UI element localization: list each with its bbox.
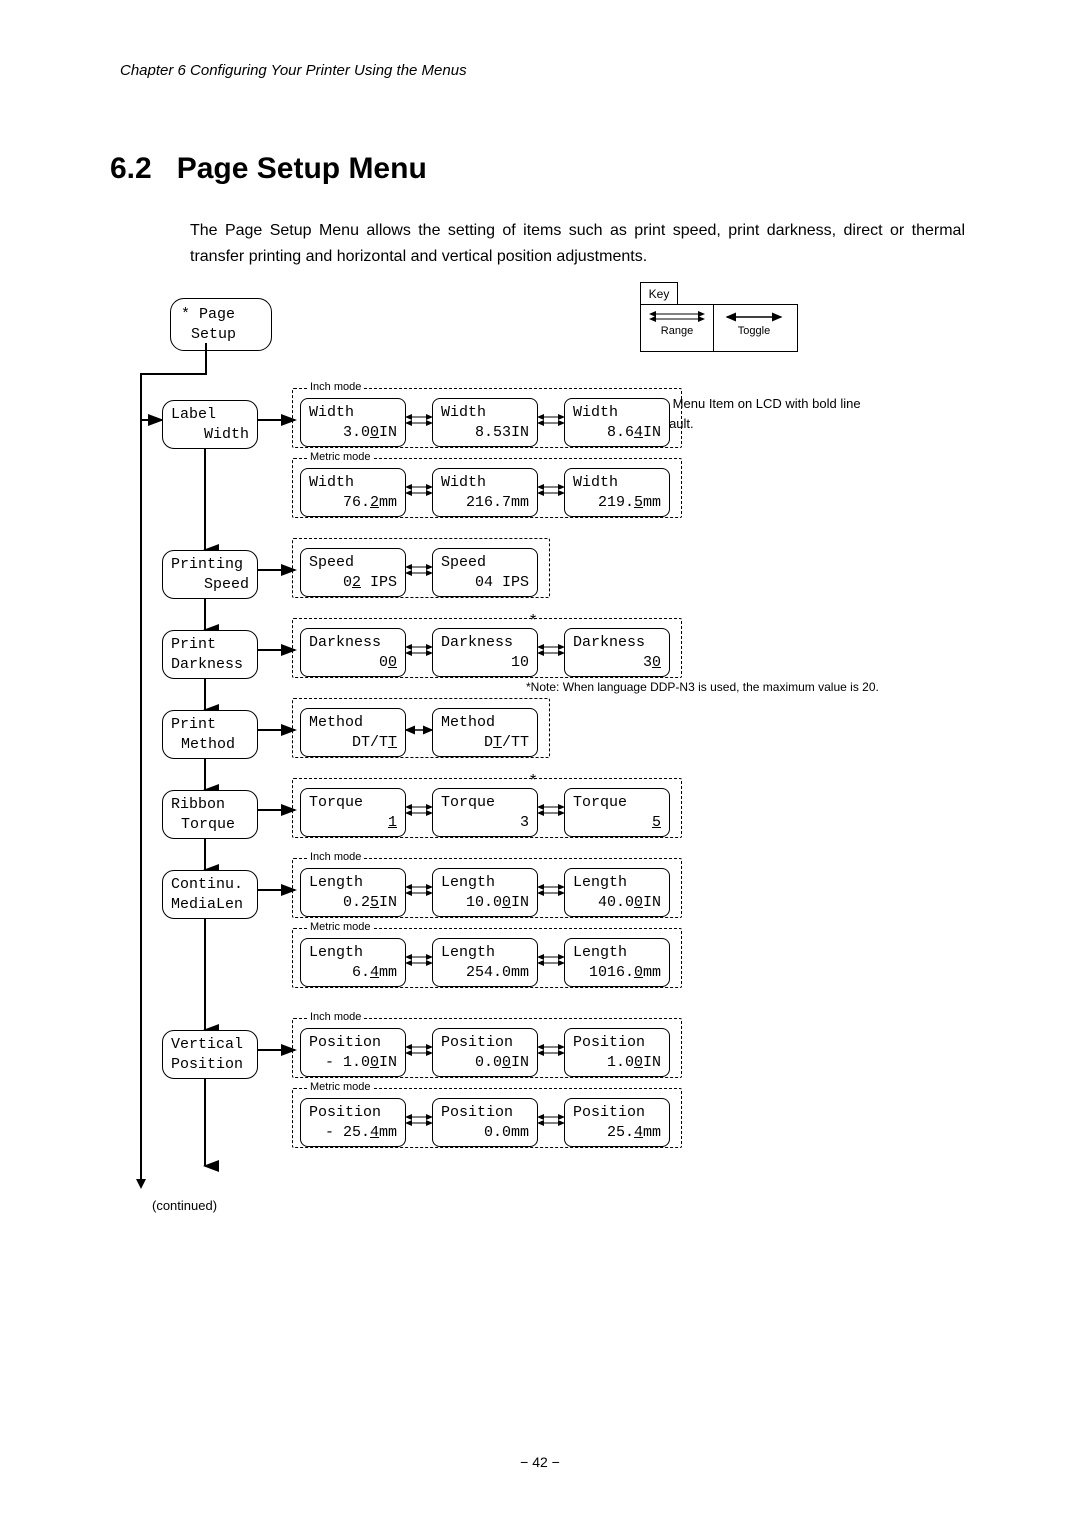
menu-continu-medialen: Continu.MediaLen [162,870,258,919]
len-mm-3: Length1016.0mm [564,938,670,987]
menu-printing-speed: PrintingSpeed [162,550,258,599]
menu-vertical-position: VerticalPosition [162,1030,258,1079]
torque-1: Torque1 [300,788,406,837]
pos-mm-3: Position25.4mm [564,1098,670,1147]
speed-1: Speed02 IPS [300,548,406,597]
star-torque: * [530,772,536,790]
menu-print-darkness: PrintDarkness [162,630,258,679]
width-mm-1: Width76.2mm [300,468,406,517]
len-in-3: Length40.00IN [564,868,670,917]
chapter-header: Chapter 6 Configuring Your Printer Using… [120,62,467,79]
darkness-1: Darkness00 [300,628,406,677]
menu-print-method: PrintMethod [162,710,258,759]
menu-label-width: LabelWidth [162,400,258,449]
mode-inch2: Inch mode [308,851,363,863]
len-in-2: Length10.00IN [432,868,538,917]
menu-ribbon-torque: RibbonTorque [162,790,258,839]
section-title: 6.2 Page Setup Menu [110,152,427,186]
menu-diagram: Key Range Toggle Note: Menu Item on LCD … [140,270,940,1270]
pos-in-2: Position0.00IN [432,1028,538,1077]
mode-metric3: Metric mode [308,1081,373,1093]
pos-mm-2: Position0.0mm [432,1098,538,1147]
len-mm-1: Length6.4mm [300,938,406,987]
width-in-3: Width8.64IN [564,398,670,447]
torque-2: Torque3 [432,788,538,837]
pos-in-3: Position1.00IN [564,1028,670,1077]
note-darkness: *Note: When language DDP-N3 is used, the… [526,678,879,696]
darkness-2: Darkness10 [432,628,538,677]
star-darkness: * [530,612,536,630]
continued-label: (continued) [152,1198,217,1213]
torque-3: Torque5 [564,788,670,837]
speed-2: Speed04 IPS [432,548,538,597]
width-in-1: Width3.00IN [300,398,406,447]
len-mm-2: Length254.0mm [432,938,538,987]
mode-metric: Metric mode [308,451,373,463]
mode-inch: Inch mode [308,381,363,393]
mode-metric2: Metric mode [308,921,373,933]
page-number: − 42 − [0,1454,1080,1470]
width-in-2: Width8.53IN [432,398,538,447]
section-number: 6.2 [110,152,152,185]
method-1: MethodDT/TT [300,708,406,757]
method-2: MethodDT/TT [432,708,538,757]
mode-inch3: Inch mode [308,1011,363,1023]
pos-in-1: Position- 1.00IN [300,1028,406,1077]
intro-paragraph: The Page Setup Menu allows the setting o… [190,218,965,269]
width-mm-3: Width219.5mm [564,468,670,517]
pos-mm-1: Position- 25.4mm [300,1098,406,1147]
darkness-3: Darkness30 [564,628,670,677]
section-name: Page Setup Menu [177,152,427,185]
len-in-1: Length0.25IN [300,868,406,917]
width-mm-2: Width216.7mm [432,468,538,517]
